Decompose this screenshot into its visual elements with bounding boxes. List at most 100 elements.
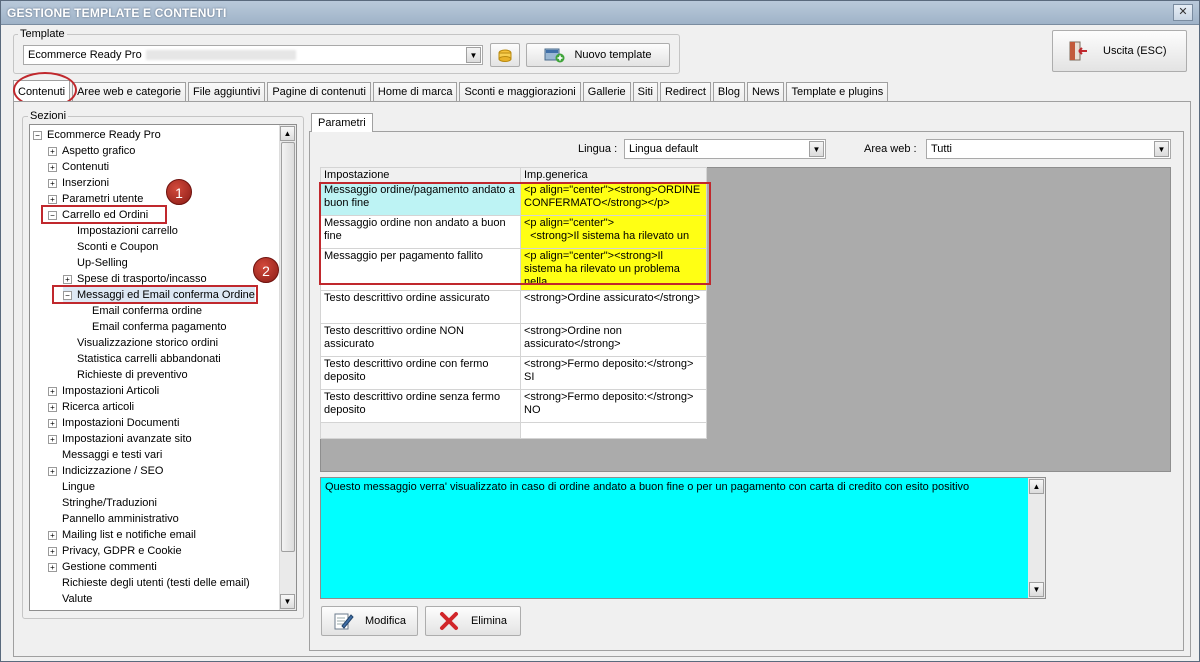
scroll-down-icon[interactable]: ▼	[1029, 582, 1044, 597]
cell-setting[interactable]: Testo descrittivo ordine senza fermo dep…	[320, 389, 521, 423]
redacted-text	[145, 50, 296, 61]
tab-file-aggiuntivi[interactable]: File aggiuntivi	[188, 82, 266, 102]
tab-aree-web[interactable]: Aree web e categorie	[72, 82, 187, 102]
expand-icon[interactable]: +	[48, 562, 57, 572]
tree-item[interactable]: + Mailing list e notifiche email	[48, 527, 196, 543]
scroll-thumb[interactable]	[281, 142, 295, 552]
tree-scrollbar[interactable]: ▲ ▼	[279, 125, 296, 610]
new-template-button[interactable]: Nuovo template	[526, 43, 670, 67]
expand-icon[interactable]: +	[48, 146, 57, 156]
chevron-down-icon[interactable]: ▼	[466, 47, 481, 63]
tab-sconti[interactable]: Sconti e maggiorazioni	[459, 82, 581, 102]
lingua-select[interactable]: Lingua default ▼	[624, 139, 826, 159]
tree-item[interactable]: Richieste degli utenti (testi delle emai…	[48, 575, 250, 591]
column-header-value[interactable]: Imp.generica	[520, 167, 707, 183]
expand-icon[interactable]: +	[63, 274, 72, 284]
tree-item[interactable]: + Inserzioni	[48, 175, 109, 191]
tree-item[interactable]: + Contenuti	[48, 159, 109, 175]
chevron-down-icon[interactable]: ▼	[1154, 141, 1169, 157]
cell-value[interactable]: <strong>Ordine assicurato</strong>	[520, 290, 707, 324]
cell-value[interactable]: <strong>Fermo deposito:</strong> SI	[520, 356, 707, 390]
tree-item[interactable]: Impostazioni carrello	[63, 223, 178, 239]
template-select[interactable]: Ecommerce Ready Pro ▼	[23, 45, 483, 65]
close-button[interactable]: ✕	[1173, 4, 1193, 21]
tree-item[interactable]: Statistica carrelli abbandonati	[63, 351, 221, 367]
expand-icon[interactable]: +	[48, 194, 57, 204]
description-box[interactable]: Questo messaggio verra' visualizzato in …	[320, 477, 1046, 599]
scroll-up-icon[interactable]: ▲	[1029, 479, 1044, 494]
cell-value[interactable]: <strong>Ordine non assicurato</strong>	[520, 323, 707, 357]
tree-item[interactable]: Sconti e Coupon	[63, 239, 158, 255]
new-template-label: Nuovo template	[574, 49, 652, 61]
tree-item[interactable]: Pannello amministrativo	[48, 511, 179, 527]
tab-blog[interactable]: Blog	[712, 82, 745, 102]
tree-item-label: Impostazioni avanzate sito	[62, 433, 192, 445]
description-scrollbar[interactable]: ▲ ▼	[1028, 478, 1045, 598]
title-bar[interactable]: GESTIONE TEMPLATE E CONTENUTI ✕	[1, 1, 1199, 25]
table-row[interactable]: Testo descrittivo ordine assicurato <str…	[320, 290, 707, 324]
tree-item-label: Gestione commenti	[62, 561, 157, 573]
template-select-value: Ecommerce Ready Pro	[28, 49, 142, 61]
expand-icon[interactable]: +	[48, 546, 57, 556]
tree-item[interactable]: Email conferma pagamento	[78, 319, 227, 335]
edit-button[interactable]: Modifica	[321, 606, 418, 636]
tree-item[interactable]: Valute	[48, 591, 92, 607]
cell-setting[interactable]: Testo descrittivo ordine NON assicurato	[320, 323, 521, 357]
expand-icon[interactable]: +	[48, 530, 57, 540]
tree-item-label: Impostazioni carrello	[77, 225, 178, 237]
column-header-setting[interactable]: Impostazione	[320, 167, 521, 183]
tree-item[interactable]: Lingue	[48, 479, 95, 495]
table-row[interactable]: Testo descrittivo ordine NON assicurato …	[320, 323, 707, 357]
tree-item[interactable]: + Gestione commenti	[48, 559, 157, 575]
tree-item-label: Indicizzazione / SEO	[62, 465, 164, 477]
tree-item[interactable]: Up-Selling	[63, 255, 128, 271]
expand-icon[interactable]: +	[48, 434, 57, 444]
tree-item[interactable]: Messaggi e testi vari	[48, 447, 162, 463]
expand-icon[interactable]: +	[48, 178, 57, 188]
tree-item[interactable]: + Impostazioni Articoli	[48, 383, 159, 399]
expand-icon[interactable]: +	[48, 162, 57, 172]
tree-item[interactable]: Richieste di preventivo	[63, 367, 188, 383]
scroll-down-icon[interactable]: ▼	[280, 594, 295, 609]
tree-item[interactable]: + Impostazioni avanzate sito	[48, 431, 192, 447]
tab-redirect[interactable]: Redirect	[659, 82, 711, 102]
expand-icon[interactable]: +	[48, 418, 57, 428]
tab-pagine-contenuti[interactable]: Pagine di contenuti	[267, 82, 371, 102]
expand-icon[interactable]: +	[48, 466, 57, 476]
tree-item[interactable]: Stringhe/Traduzioni	[48, 495, 157, 511]
tree-item-label: Parametri utente	[62, 193, 144, 205]
tree-item[interactable]: − Ecommerce Ready Pro	[33, 127, 161, 143]
exit-button[interactable]: Uscita (ESC)	[1052, 30, 1187, 72]
tree-item[interactable]: + Ricerca articoli	[48, 399, 134, 415]
tree-item-label: Sconti e Coupon	[77, 241, 159, 253]
expand-icon[interactable]: +	[48, 386, 57, 396]
tree-item[interactable]: + Indicizzazione / SEO	[48, 463, 164, 479]
tab-home-marca[interactable]: Home di marca	[372, 82, 458, 102]
delete-label: Elimina	[470, 615, 508, 627]
tab-parametri[interactable]: Parametri	[311, 113, 373, 132]
tree-item[interactable]: Email conferma ordine	[78, 303, 202, 319]
cell-value[interactable]: <strong>Fermo deposito:</strong> NO	[520, 389, 707, 423]
tab-template-plugins[interactable]: Template e plugins	[786, 82, 889, 102]
new-template-icon	[544, 48, 565, 63]
chevron-down-icon[interactable]: ▼	[809, 141, 824, 157]
tab-news[interactable]: News	[746, 82, 785, 102]
delete-button[interactable]: Elimina	[425, 606, 521, 636]
cell-setting[interactable]: Testo descrittivo ordine con fermo depos…	[320, 356, 521, 390]
tree-item[interactable]: + Privacy, GDPR e Cookie	[48, 543, 182, 559]
tree-item[interactable]: + Impostazioni Documenti	[48, 415, 179, 431]
tree-item[interactable]: Visualizzazione storico ordini	[63, 335, 218, 351]
tree-item-label: Ricerca articoli	[62, 401, 135, 413]
expand-icon[interactable]: +	[48, 402, 57, 412]
tree-item[interactable]: + Aspetto grafico	[48, 143, 135, 159]
table-row[interactable]: Testo descrittivo ordine senza fermo dep…	[320, 389, 707, 423]
area-web-select[interactable]: Tutti ▼	[926, 139, 1171, 159]
tree-item-label: Lingue	[62, 481, 96, 493]
cell-setting[interactable]: Testo descrittivo ordine assicurato	[320, 290, 521, 324]
tab-siti[interactable]: Siti	[632, 82, 658, 102]
scroll-up-icon[interactable]: ▲	[280, 126, 295, 141]
table-row[interactable]: Testo descrittivo ordine con fermo depos…	[320, 356, 707, 390]
collapse-icon[interactable]: −	[33, 130, 42, 140]
tab-gallerie[interactable]: Gallerie	[582, 82, 631, 102]
folder-button[interactable]	[490, 43, 520, 67]
